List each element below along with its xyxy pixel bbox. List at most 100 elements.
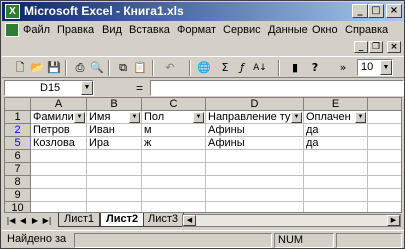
print-preview-icon[interactable]: 🔍 (89, 60, 105, 76)
menu-edit[interactable]: Правка (57, 24, 94, 36)
help-icon[interactable]: ? (307, 60, 323, 76)
toolbar-more-button[interactable]: » (335, 60, 351, 76)
empty-cell[interactable] (368, 124, 401, 137)
filter-dropdown-icon[interactable]: ▼ (129, 112, 140, 123)
status-bar: Найдено за NUM (2, 230, 404, 248)
autosum-icon[interactable]: Σ (217, 60, 233, 76)
filter-dropdown-icon[interactable]: ▼ (355, 112, 366, 123)
print-icon[interactable]: ⎙ (72, 60, 88, 76)
data-cell[interactable]: Афины (206, 124, 304, 137)
menu-format[interactable]: Формат (177, 24, 216, 36)
data-cell[interactable]: Петров (31, 124, 87, 137)
save-icon[interactable]: 💾 (46, 60, 62, 76)
formula-bar: D15 ▼ = (2, 79, 404, 96)
paste-icon[interactable]: 📋 (132, 60, 148, 76)
last-sheet-button[interactable]: ▶| (42, 214, 52, 227)
chevron-down-icon[interactable]: ▼ (380, 60, 392, 75)
header-cell-destination[interactable]: Направление ту (206, 111, 304, 124)
prev-sheet-button[interactable]: ◀ (18, 214, 28, 227)
open-folder-icon[interactable]: 📂 (29, 60, 45, 76)
status-panel-empty (336, 233, 402, 248)
data-cell[interactable]: да (304, 137, 368, 150)
data-cell[interactable]: Козлова (31, 137, 87, 150)
window-title: Microsoft Excel - Книга1.xls (24, 4, 184, 18)
filter-dropdown-icon[interactable]: ▼ (193, 112, 204, 123)
num-lock-indicator: NUM (274, 233, 334, 248)
doc-close-button[interactable]: × (387, 41, 401, 53)
next-sheet-button[interactable]: ▶ (30, 214, 40, 227)
row-header[interactable]: 8 (5, 176, 31, 189)
row-header[interactable]: 1 (5, 111, 31, 124)
column-header-f[interactable] (368, 98, 401, 111)
menu-help[interactable]: Справка (345, 24, 388, 36)
maximize-button[interactable]: □ (368, 4, 384, 18)
close-button[interactable]: × (386, 4, 402, 18)
row-header[interactable]: 7 (5, 163, 31, 176)
menu-tools[interactable]: Сервис (223, 24, 261, 36)
equals-sign: = (136, 81, 144, 95)
scroll-left-icon[interactable]: ◀ (183, 215, 196, 226)
document-icon[interactable] (5, 23, 19, 37)
formula-input[interactable] (150, 80, 404, 96)
new-document-icon[interactable]: 🗋 (12, 60, 28, 76)
sheet-tab-bar: |◀ ◀ ▶ ▶| Лист1 Лист2 Лист3 ◀ ▶ (4, 213, 402, 228)
filter-dropdown-icon[interactable]: ▼ (291, 112, 302, 123)
hyperlink-icon[interactable]: 🌐 (196, 60, 212, 76)
header-label: Оплачен (306, 111, 351, 123)
sheet-tab-1[interactable]: Лист1 (58, 213, 101, 227)
data-cell[interactable]: ж (142, 137, 206, 150)
menu-data[interactable]: Данные (268, 24, 308, 36)
menu-insert[interactable]: Вставка (129, 24, 170, 36)
menu-view[interactable]: Вид (102, 24, 122, 36)
header-label: Фамилия (33, 111, 80, 123)
data-cell[interactable]: м (142, 124, 206, 137)
empty-cell[interactable] (368, 111, 401, 124)
column-header-e[interactable]: E (304, 98, 368, 111)
menu-file[interactable]: Файл (23, 24, 50, 36)
scroll-right-icon[interactable]: ▶ (387, 215, 400, 226)
first-sheet-button[interactable]: |◀ (6, 214, 16, 227)
excel-window: X Microsoft Excel - Книга1.xls _ □ × Фай… (0, 0, 405, 249)
copy-icon[interactable]: ⧉ (115, 60, 131, 76)
header-label: Направление ту (208, 111, 291, 123)
doc-minimize-button[interactable]: _ (354, 41, 368, 53)
name-box[interactable]: D15 ▼ (4, 80, 94, 96)
data-cell[interactable]: да (304, 124, 368, 137)
undo-icon[interactable]: ↶ (162, 60, 178, 76)
row-header[interactable]: 10 (5, 202, 31, 212)
data-cell[interactable]: Ира (87, 137, 142, 150)
sort-ascending-icon[interactable]: A↓ (252, 60, 268, 76)
data-cell[interactable]: Иван (87, 124, 142, 137)
row-header[interactable]: 6 (5, 150, 31, 163)
row-header[interactable]: 2 (5, 124, 31, 137)
column-header-a[interactable]: A (31, 98, 87, 111)
doc-restore-button[interactable]: ❐ (369, 41, 383, 53)
sheet-tab-3[interactable]: Лист3 (142, 213, 185, 227)
menu-bar: Файл Правка Вид Вставка Формат Сервис Да… (2, 21, 404, 40)
empty-cell[interactable] (368, 137, 401, 150)
cell-reference: D15 (40, 82, 61, 94)
minimize-button[interactable]: _ (352, 4, 368, 18)
column-header-d[interactable]: D (206, 98, 304, 111)
filter-dropdown-icon[interactable]: ▼ (74, 112, 85, 123)
worksheet-grid[interactable]: A B C D E 1 2 5 6 7 8 9 10 Фамилия ▼ Имя… (4, 97, 402, 213)
horizontal-scrollbar[interactable]: ◀ ▶ (182, 214, 401, 227)
status-message: Найдено за (7, 233, 67, 245)
chart-wizard-icon[interactable]: ▮ (287, 60, 303, 76)
column-header-b[interactable]: B (87, 98, 142, 111)
font-size-value: 10 (361, 61, 374, 73)
font-size-select[interactable]: 10 ▼ (357, 59, 393, 76)
standard-toolbar: 🗋 📂 💾 ⎙ 🔍 ⧉ 📋 ↶ 🌐 Σ ƒ A↓ ▮ ? » 10 ▼ (2, 56, 404, 78)
select-all-corner[interactable] (5, 98, 31, 111)
excel-app-icon[interactable]: X (5, 4, 20, 19)
column-header-c[interactable]: C (142, 98, 206, 111)
header-label: Имя (89, 111, 111, 123)
chevron-down-icon[interactable]: ▼ (81, 81, 93, 95)
data-cell[interactable]: Афины (206, 137, 304, 150)
function-icon[interactable]: ƒ (234, 60, 250, 76)
sheet-tab-2[interactable]: Лист2 (100, 213, 145, 227)
row-header[interactable]: 5 (5, 137, 31, 150)
title-bar[interactable]: X Microsoft Excel - Книга1.xls _ □ × (2, 2, 404, 21)
menu-window[interactable]: Окно (312, 24, 338, 36)
row-header[interactable]: 9 (5, 189, 31, 202)
